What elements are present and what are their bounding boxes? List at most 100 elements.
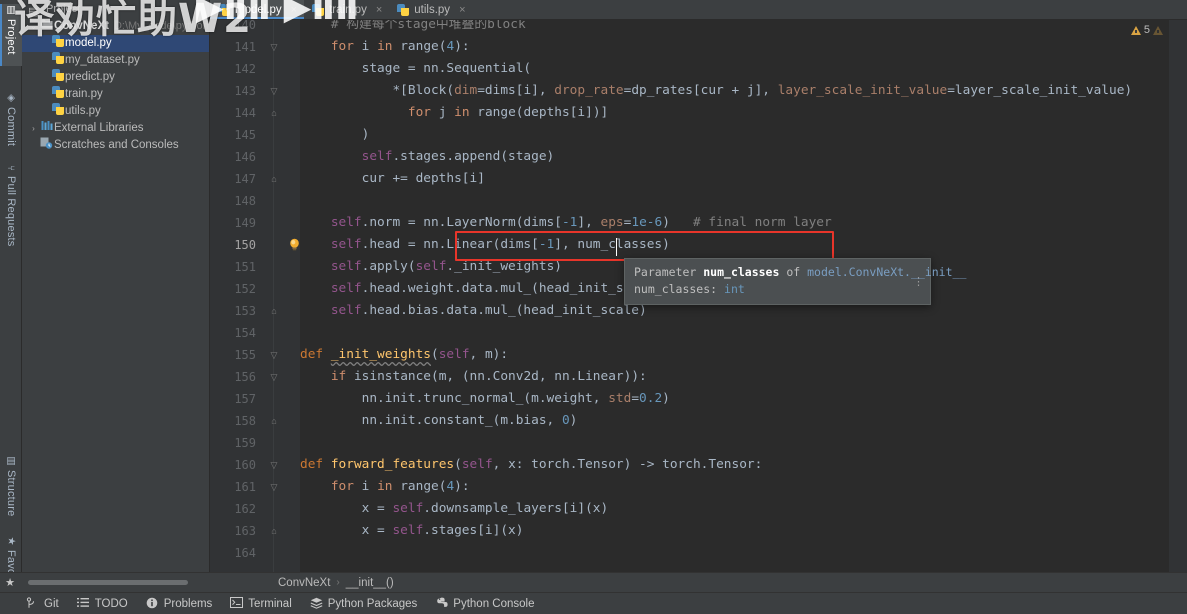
tree-item-scratches-and-consoles[interactable]: Scratches and Consoles	[22, 137, 209, 154]
tree-item-external-libraries[interactable]: › External Libraries	[22, 120, 209, 137]
project-tree[interactable]: ⌄ ConvNeXt D:\My_code\pythonP model.py m…	[22, 18, 209, 154]
status-bar-item-python-packages[interactable]: Python Packages	[310, 597, 418, 610]
code-line-155: def _init_weights(self, m):	[300, 347, 509, 362]
line-number-current: 150	[234, 238, 256, 252]
tool-window-label-pull-requests: Pull Requests	[5, 176, 17, 247]
fold-marker[interactable]: ▽	[268, 80, 280, 102]
status-bar-label: Python Console	[453, 597, 535, 610]
more-options-icon[interactable]: ⋮	[913, 276, 924, 287]
tab-label: utils.py	[414, 3, 451, 16]
editor-tab-utils-py[interactable]: utils.py ×	[389, 0, 472, 19]
close-icon[interactable]: ×	[291, 4, 297, 16]
code-line-147: cur += depths[i]	[300, 171, 485, 186]
tree-item-train-py[interactable]: train.py	[22, 85, 209, 104]
fold-marker[interactable]: ▽	[268, 476, 280, 498]
code-line-140: # 构建每个stage中堆叠的block	[300, 20, 1169, 36]
python-file-icon	[218, 3, 230, 16]
structure-icon: ▥	[5, 455, 17, 467]
status-bar-item-todo[interactable]: TODO	[76, 597, 128, 610]
fold-marker[interactable]: ⌂	[268, 410, 280, 432]
code-line-150: self.head = nn.Linear(dims[-1], num_clas…	[300, 237, 670, 252]
tree-item-path: D:\My_code\pythonP	[113, 20, 210, 32]
status-bar-item-git[interactable]: Git	[26, 597, 59, 610]
editor-tab-train-py[interactable]: train.py ×	[304, 0, 389, 19]
breadcrumb: ConvNeXt › __init__()	[278, 577, 394, 589]
tree-item-my-dataset-py[interactable]: my_dataset.py	[22, 51, 209, 69]
fold-marker[interactable]: ⌂	[268, 300, 280, 322]
code-line-145: )	[300, 127, 370, 142]
tool-window-button-project[interactable]: ▤ Project	[0, 4, 22, 66]
tree-item-label: External Libraries	[54, 122, 144, 134]
fold-marker[interactable]: ▽	[268, 344, 280, 366]
status-bar-item-terminal[interactable]: Terminal	[230, 597, 292, 610]
code-editor[interactable]: 140 141 142 143 144 145 146 147 148 149 …	[210, 20, 1187, 572]
project-panel-header: ▤ Project	[22, 0, 209, 18]
editor-markers-scrollbar[interactable]	[1169, 20, 1187, 572]
line-number: 158	[234, 414, 256, 428]
code-line-146: self.stages.append(stage)	[300, 149, 555, 164]
code-line-141: for i in range(4):	[330, 39, 470, 54]
line-number: 164	[234, 546, 256, 560]
fold-marker[interactable]: ▽	[268, 454, 280, 476]
line-number: 155	[234, 348, 256, 362]
left-tool-strip: ▤ Project ◈ Commit ⑂ Pull Requests ▥ Str…	[0, 0, 22, 614]
tab-label: model.py	[235, 3, 282, 16]
code-line-144: for j in range(depths[i])]	[407, 105, 609, 120]
library-icon	[39, 120, 54, 137]
code-line-142: stage = nn.Sequential(	[300, 61, 532, 76]
fold-marker[interactable]: ⌂	[268, 520, 280, 542]
project-tool-window: ▤ Project ⌄ ConvNeXt D:\My_code\pythonP …	[22, 0, 210, 582]
chevron-right-icon[interactable]: ›	[28, 120, 39, 137]
tree-item-label: my_dataset.py	[65, 54, 140, 66]
line-number: 148	[234, 194, 256, 208]
chevron-down-icon[interactable]: ⌄	[28, 18, 39, 35]
tool-window-button-structure[interactable]: ▥ Structure	[0, 455, 22, 529]
popup-param-name: num_classes	[703, 265, 780, 279]
line-number: 162	[234, 502, 256, 516]
todo-list-icon	[76, 597, 90, 610]
horizontal-scrollbar[interactable]	[28, 580, 188, 585]
breadcrumb-item-class[interactable]: ConvNeXt	[278, 577, 330, 589]
tree-item-label: predict.py	[65, 71, 115, 83]
close-icon[interactable]: ×	[459, 4, 465, 16]
editor-gutter[interactable]: 140 141 142 143 144 145 146 147 148 149 …	[210, 20, 300, 572]
tree-item-predict-py[interactable]: predict.py	[22, 68, 209, 86]
tree-item-utils-py[interactable]: utils.py	[22, 102, 209, 120]
fold-marker[interactable]: ▽	[268, 366, 280, 388]
fold-marker[interactable]: ▽	[268, 36, 280, 58]
pycharm-window: ▤ Project ◈ Commit ⑂ Pull Requests ▥ Str…	[0, 0, 1187, 614]
status-bar-item-python-console[interactable]: Python Console	[435, 597, 534, 610]
terminal-icon	[230, 597, 244, 610]
tool-window-label-structure: Structure	[5, 470, 17, 517]
tab-label: train.py	[329, 3, 367, 16]
line-number: 154	[234, 326, 256, 340]
text-caret	[616, 238, 617, 256]
editor-tab-model-py[interactable]: model.py ×	[210, 0, 305, 19]
line-number: 151	[234, 260, 256, 274]
tool-window-button-commit[interactable]: ◈ Commit	[0, 92, 22, 154]
tool-window-button-pull-requests[interactable]: ⑂ Pull Requests	[0, 162, 22, 254]
tree-item-convnext[interactable]: ⌄ ConvNeXt D:\My_code\pythonP	[22, 18, 209, 35]
status-bar-item-problems[interactable]: Problems	[146, 597, 212, 610]
fold-marker[interactable]: ⌂	[268, 102, 280, 124]
inspection-widget[interactable]: 5	[1130, 24, 1163, 36]
project-panel-title: Project	[46, 3, 81, 15]
warning-count: 5	[1143, 24, 1150, 36]
line-number: 156	[234, 370, 256, 384]
tree-item-label: ConvNeXt	[54, 20, 109, 32]
code-line-163: x = self.stages[i](x)	[300, 523, 524, 538]
python-file-icon	[50, 85, 65, 104]
breadcrumb-item-method[interactable]: __init__()	[346, 577, 394, 589]
status-bar-label: Python Packages	[327, 597, 418, 610]
close-icon[interactable]: ×	[376, 4, 382, 16]
popup-line-1: Parameter num_classes of model.ConvNeXt.…	[634, 264, 966, 281]
packages-icon	[310, 597, 323, 610]
tree-item-label: utils.py	[65, 105, 101, 117]
fold-marker[interactable]: ⌂	[268, 168, 280, 190]
tree-item-model-py[interactable]: model.py	[22, 34, 209, 52]
bookmark-star-icon[interactable]: ★	[0, 576, 20, 589]
code-line-156: if isinstance(m, (nn.Conv2d, nn.Linear))…	[330, 369, 647, 384]
line-number: 143	[234, 84, 256, 98]
